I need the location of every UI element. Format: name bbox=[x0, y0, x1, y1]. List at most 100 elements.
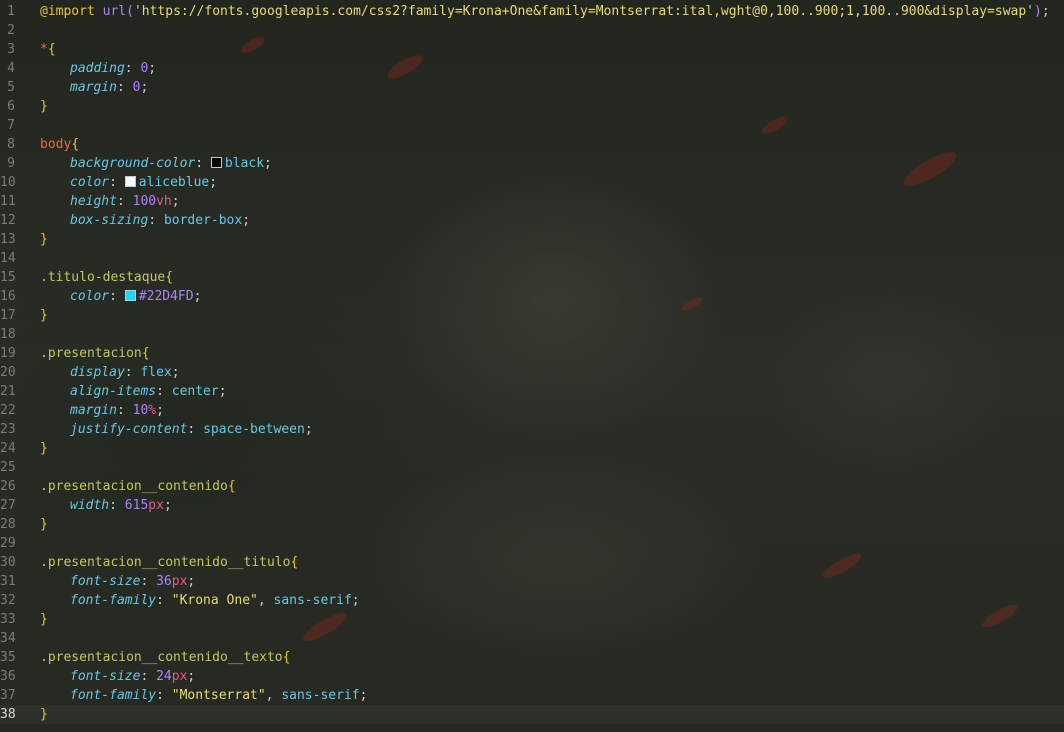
code-token-val: flex bbox=[140, 365, 172, 380]
code-line[interactable]: 2 bbox=[0, 21, 1064, 40]
code-token-punct bbox=[95, 4, 103, 19]
code-line[interactable]: 12 box-sizing: border-box; bbox=[0, 211, 1064, 230]
code-token-sel-el: * bbox=[40, 42, 48, 57]
code-line[interactable]: 10 color: aliceblue; bbox=[0, 173, 1064, 192]
line-number: 1 bbox=[7, 4, 15, 19]
code-token-brace: } bbox=[40, 441, 48, 456]
code-line[interactable]: 24} bbox=[0, 439, 1064, 458]
code-token-prop: height bbox=[70, 194, 117, 209]
code-token-val: black bbox=[224, 156, 265, 171]
code-token-prop: margin bbox=[70, 403, 117, 418]
code-token-punct: : bbox=[109, 289, 125, 304]
code-line[interactable]: 3 *{ bbox=[0, 40, 1064, 59]
code-line[interactable]: 6} bbox=[0, 97, 1064, 116]
code-line[interactable]: 31 font-size: 36px; bbox=[0, 572, 1064, 591]
code-token-val: center bbox=[171, 384, 219, 399]
code-token-val: sans-serif bbox=[281, 688, 360, 703]
code-line[interactable]: 36 font-size: 24px; bbox=[0, 667, 1064, 686]
code-token-num: 100 bbox=[132, 194, 157, 209]
code-token-unit: vh bbox=[156, 194, 172, 209]
line-number: 27 bbox=[0, 498, 16, 513]
code-line[interactable]: 17} bbox=[0, 306, 1064, 325]
code-line[interactable]: 37 font-family: "Montserrat", sans-serif; bbox=[0, 686, 1064, 705]
code-text: align-items: center; bbox=[40, 382, 227, 401]
code-token-at: @import bbox=[40, 4, 95, 19]
code-text: display: flex; bbox=[40, 363, 180, 382]
code-line[interactable]: 29 bbox=[0, 534, 1064, 553]
code-token-num: 615 bbox=[124, 498, 149, 513]
line-number: 24 bbox=[0, 441, 16, 456]
code-line[interactable]: 19 .presentacion{ bbox=[0, 344, 1064, 363]
code-token-brace: } bbox=[40, 308, 48, 323]
code-token-prop: font-family bbox=[70, 688, 157, 703]
code-line[interactable]: 38} bbox=[0, 705, 1064, 724]
code-line[interactable]: 21 align-items: center; bbox=[0, 382, 1064, 401]
code-line[interactable]: 25 bbox=[0, 458, 1064, 477]
line-number: 30 bbox=[0, 555, 16, 570]
code-token-punct: ; bbox=[140, 80, 149, 95]
line-number: 2 bbox=[7, 23, 15, 38]
code-line[interactable]: 32 font-family: "Krona One", sans-serif; bbox=[0, 591, 1064, 610]
code-token-punct: ; bbox=[351, 593, 360, 608]
line-number: 34 bbox=[0, 631, 16, 646]
color-swatch-icon[interactable] bbox=[210, 157, 222, 168]
code-editor[interactable]: 1 @import url('https://fonts.googleapis.c… bbox=[0, 0, 1064, 732]
code-text: padding: 0; bbox=[40, 59, 156, 78]
code-line[interactable]: 30 .presentacion__contenido__titulo{ bbox=[0, 553, 1064, 572]
code-text: font-family: "Montserrat", sans-serif; bbox=[40, 686, 367, 705]
code-token-val: space-between bbox=[203, 422, 305, 437]
code-line[interactable]: 34 bbox=[0, 629, 1064, 648]
code-line[interactable]: 15 .titulo-destaque{ bbox=[0, 268, 1064, 287]
code-line[interactable]: 27 width: 615px; bbox=[0, 496, 1064, 515]
code-line[interactable]: 26 .presentacion__contenido{ bbox=[0, 477, 1064, 496]
code-token-punct: ; bbox=[304, 422, 313, 437]
code-line[interactable]: 7 bbox=[0, 116, 1064, 135]
code-token-punct: : bbox=[156, 688, 172, 703]
code-line[interactable]: 16 color: #22D4FD; bbox=[0, 287, 1064, 306]
code-token-punct: : bbox=[156, 384, 172, 399]
line-number: 21 bbox=[0, 384, 16, 399]
line-number: 29 bbox=[0, 536, 16, 551]
code-token-sel-cls: .presentacion__contenido__texto bbox=[40, 650, 283, 665]
code-token-str: 'https://fonts.googleapis.com/css2?famil… bbox=[133, 4, 1035, 19]
code-token-punct: ; bbox=[242, 213, 251, 228]
code-text: box-sizing: border-box; bbox=[40, 211, 250, 230]
code-token-punct: ; bbox=[1041, 4, 1050, 19]
line-number: 31 bbox=[0, 574, 16, 589]
code-line[interactable]: 4 padding: 0; bbox=[0, 59, 1064, 78]
code-token-str: "Montserrat" bbox=[171, 688, 266, 703]
color-swatch-icon[interactable] bbox=[124, 176, 136, 187]
code-line[interactable]: 28} bbox=[0, 515, 1064, 534]
code-token-brace: { bbox=[141, 346, 150, 361]
code-line[interactable]: 20 display: flex; bbox=[0, 363, 1064, 382]
code-token-punct: : bbox=[109, 498, 125, 513]
code-line[interactable]: 22 margin: 10%; bbox=[0, 401, 1064, 420]
code-line[interactable]: 9 background-color: black; bbox=[0, 154, 1064, 173]
code-token-punct: ; bbox=[171, 365, 180, 380]
code-token-brace: } bbox=[40, 707, 48, 722]
code-token-punct: : bbox=[124, 365, 141, 380]
code-line[interactable]: 5 margin: 0; bbox=[0, 78, 1064, 97]
code-line[interactable]: 35 .presentacion__contenido__texto{ bbox=[0, 648, 1064, 667]
code-token-sel-cls: .titulo-destaque bbox=[40, 270, 166, 285]
color-swatch-icon[interactable] bbox=[124, 290, 136, 301]
line-number: 33 bbox=[0, 612, 16, 627]
line-number: 17 bbox=[0, 308, 16, 323]
code-token-num: 36 bbox=[156, 574, 172, 589]
code-line[interactable]: 11 height: 100vh; bbox=[0, 192, 1064, 211]
code-line[interactable]: 33} bbox=[0, 610, 1064, 629]
code-token-urlp: url( bbox=[102, 4, 134, 19]
code-line[interactable]: 13} bbox=[0, 230, 1064, 249]
code-line[interactable]: 18 bbox=[0, 325, 1064, 344]
code-line[interactable]: 1 @import url('https://fonts.googleapis.c… bbox=[0, 2, 1064, 21]
code-line[interactable]: 8 body{ bbox=[0, 135, 1064, 154]
code-line[interactable]: 14 bbox=[0, 249, 1064, 268]
line-number: 32 bbox=[0, 593, 16, 608]
line-number: 3 bbox=[7, 42, 15, 57]
code-line[interactable]: 23 justify-content: space-between; bbox=[0, 420, 1064, 439]
code-token-punct: ; bbox=[163, 498, 172, 513]
line-number: 6 bbox=[7, 99, 15, 114]
code-token-punct: : bbox=[140, 574, 157, 589]
line-number: 28 bbox=[0, 517, 16, 532]
code-token-num: #22D4FD bbox=[138, 289, 194, 304]
